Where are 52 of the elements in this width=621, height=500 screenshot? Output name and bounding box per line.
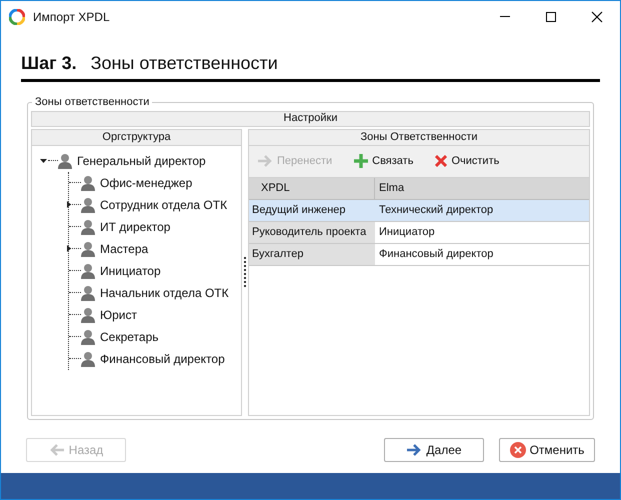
step-number: Шаг 3.	[21, 52, 77, 75]
window-title: Импорт XPDL	[33, 8, 110, 26]
tree-item[interactable]: Секретарь	[100, 328, 158, 346]
table-cell: Бухгалтер	[249, 244, 375, 264]
table-row[interactable]: Руководитель проекта Инициатор	[249, 222, 589, 244]
cancel-button[interactable]: Отменить	[499, 438, 595, 462]
collapsed-caret-icon[interactable]	[67, 201, 72, 208]
arrow-right-icon	[257, 154, 273, 168]
person-icon	[81, 174, 95, 190]
arrow-right-icon	[406, 443, 422, 457]
table-row[interactable]: Бухгалтер Финансовый директор	[249, 244, 589, 266]
group-title: Зоны ответственности	[34, 95, 150, 110]
toolbar-button[interactable]: Очистить	[435, 152, 500, 170]
tree-item[interactable]: Сотрудник отдела ОТК	[100, 196, 228, 214]
step-title: Зоны ответственности	[90, 52, 278, 75]
person-icon	[81, 262, 95, 278]
arrow-left-icon	[48, 443, 65, 457]
next-button[interactable]: Далее	[384, 438, 484, 462]
person-icon	[81, 328, 95, 344]
tree-item[interactable]: ИТ директор	[100, 218, 170, 236]
cross-icon	[435, 155, 448, 167]
column-header: Зоны Ответственности	[249, 130, 589, 146]
expanded-caret-icon[interactable]	[40, 157, 48, 164]
table-header[interactable]: XPDL	[249, 178, 375, 198]
toolbar-button[interactable]: Связать	[354, 152, 414, 170]
settings-header: Настройки	[31, 110, 590, 126]
table-cell-text: Инициатор	[378, 224, 436, 240]
tree-item[interactable]: Офис-менеджер	[100, 174, 192, 192]
table-header[interactable]: Elma	[375, 178, 589, 198]
plus-icon	[354, 154, 368, 168]
table-cell-text: Финансовый директор	[378, 246, 494, 262]
table-cell-text: Технический директор	[378, 202, 494, 218]
tree-item[interactable]: Инициатор	[100, 262, 161, 280]
table-row[interactable]: Ведущий инженер Технический директор	[249, 200, 589, 222]
person-icon	[81, 350, 95, 366]
tree-item[interactable]: Юрист	[100, 306, 137, 324]
person-icon	[81, 306, 95, 322]
collapsed-caret-icon[interactable]	[67, 245, 72, 252]
person-icon	[81, 284, 95, 300]
person-icon	[58, 152, 72, 168]
person-icon	[81, 218, 95, 234]
tree-item[interactable]: Финансовый директор	[100, 350, 225, 368]
app-logo-icon	[9, 8, 25, 24]
column-header: Оргструктура	[32, 130, 241, 146]
tree-item[interactable]: Мастера	[100, 240, 148, 258]
person-icon	[81, 196, 95, 212]
table-cell-text: Ведущий инженер	[251, 202, 347, 218]
table-cell: Руководитель проекта	[249, 222, 375, 242]
tree-item[interactable]: Генеральный директор	[77, 152, 206, 170]
person-icon	[81, 240, 95, 256]
tree-item[interactable]: Начальник отдела ОТК	[100, 284, 229, 302]
cancel-icon	[510, 442, 526, 458]
